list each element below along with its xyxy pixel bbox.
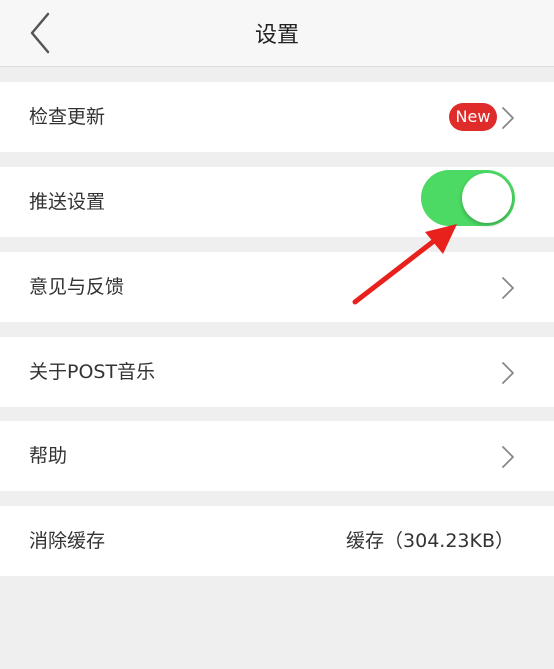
nav-header: 设置 [0,0,554,67]
row-label: 消除缓存 [29,530,106,552]
settings-row-check-update[interactable]: 检查更新 New [0,82,554,152]
cache-size-value: 缓存（304.23KB） [346,530,514,552]
settings-row-help[interactable]: 帮助 [0,421,554,491]
chevron-right-icon [502,277,514,299]
row-label: 关于POST音乐 [29,361,156,383]
toggle-knob [462,173,512,223]
row-label: 推送设置 [29,191,106,213]
row-label: 帮助 [29,445,68,467]
chevron-right-icon [502,446,514,468]
red-arrow-icon [352,224,457,305]
new-badge: New [449,103,497,131]
row-label: 意见与反馈 [29,276,125,298]
chevron-right-icon [502,107,514,129]
settings-row-feedback[interactable]: 意见与反馈 [0,252,554,322]
row-label: 检查更新 [29,106,106,128]
chevron-right-icon [502,362,514,384]
settings-row-about[interactable]: 关于POST音乐 [0,337,554,407]
settings-row-clear-cache[interactable]: 消除缓存 缓存（304.23KB） [0,506,554,576]
page-title: 设置 [254,23,299,48]
